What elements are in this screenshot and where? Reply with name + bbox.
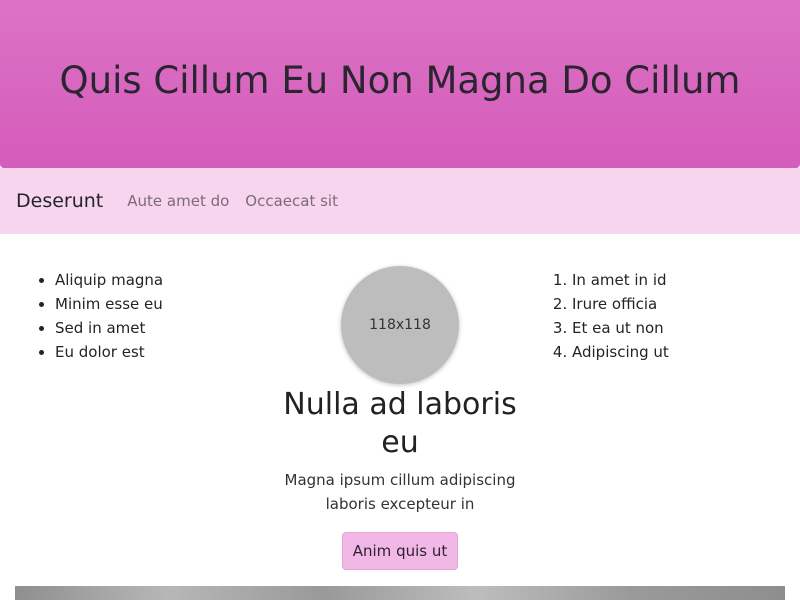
navbar-brand[interactable]: Deserunt [16,190,103,212]
numbered-list: In amet in id Irure officia Et ea ut non… [532,268,669,364]
page-title: Quis Cillum Eu Non Magna Do Cillum [59,58,741,102]
navbar: Deserunt Aute amet do Occaecat sit [0,168,800,234]
card-text: Magna ipsum cillum adipiscing laboris ex… [284,471,516,513]
list-item: Aliquip magna [55,268,163,292]
list-item: Eu dolor est [55,340,163,364]
nav-link-occaecat-sit[interactable]: Occaecat sit [245,192,338,210]
image-size-label: 118x118 [369,317,431,333]
bottom-image-band [15,586,785,600]
list-item: Minim esse eu [55,292,163,316]
list-item: Adipiscing ut [572,340,669,364]
page-header: Quis Cillum Eu Non Magna Do Cillum [0,0,800,168]
list-item: In amet in id [572,268,669,292]
anim-quis-ut-button[interactable]: Anim quis ut [342,532,458,570]
card-title: Nulla ad laboris eu [283,387,517,460]
list-item: Sed in amet [55,316,163,340]
bullet-list: Aliquip magna Minim esse eu Sed in amet … [15,268,163,364]
list-item: Et ea ut non [572,316,669,340]
avatar-placeholder-image: 118x118 [341,266,459,384]
nav-link-aute-amet-do[interactable]: Aute amet do [127,192,229,210]
list-item: Irure officia [572,292,669,316]
